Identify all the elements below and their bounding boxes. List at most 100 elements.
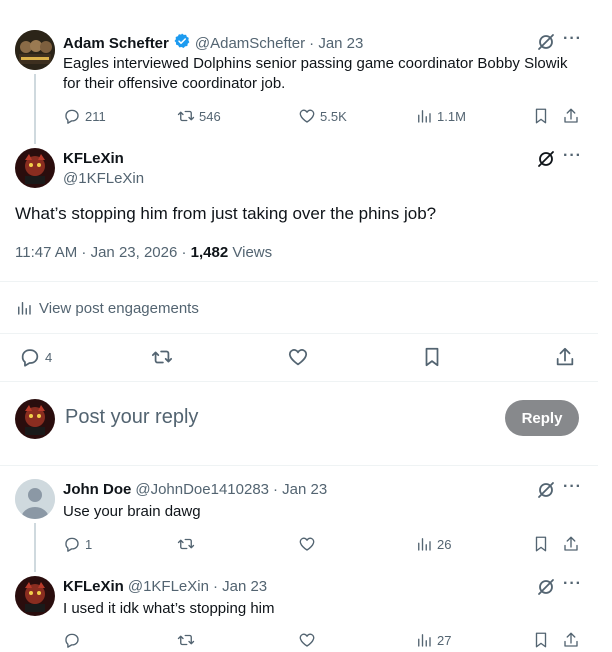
views-number: 1,482: [190, 244, 229, 261]
reply1-header: John Doe @JohnDoe1410283 · Jan 23: [63, 481, 327, 498]
quoted-post-header: Adam Schefter @AdamSchefter · Jan 23: [63, 32, 363, 55]
post-date[interactable]: · Jan 23: [213, 578, 267, 595]
bookmark-button[interactable]: [532, 535, 550, 553]
grok-icon[interactable]: [536, 577, 556, 602]
post-date[interactable]: · Jan 23: [273, 481, 327, 498]
repost-icon: [177, 110, 195, 122]
repost-button[interactable]: [151, 346, 173, 368]
repost-button[interactable]: [177, 535, 195, 553]
like-button[interactable]: 5.5K: [298, 107, 347, 125]
reply-icon: [65, 109, 79, 124]
divider: [0, 333, 598, 334]
post-timestamp[interactable]: 11:47 AM · Jan 23, 2026 ·: [15, 244, 187, 261]
author-name[interactable]: John Doe: [63, 481, 131, 498]
bookmark-button[interactable]: [421, 346, 443, 368]
kflexin-avatar[interactable]: [15, 576, 55, 616]
bookmark-icon: [425, 347, 439, 367]
view-engagements-link[interactable]: View post engagements: [15, 299, 199, 317]
bookmark-icon: [535, 536, 547, 552]
views-button[interactable]: 1.1M: [415, 107, 466, 125]
reply-submit-button[interactable]: Reply: [505, 400, 579, 436]
divider: [0, 381, 598, 382]
share-icon: [556, 347, 574, 366]
repost-icon: [177, 634, 195, 646]
like-icon: [288, 349, 308, 366]
repost-button[interactable]: [177, 631, 195, 649]
views-label: Views: [232, 244, 273, 261]
bookmark-button[interactable]: [532, 107, 550, 125]
like-icon: [299, 633, 315, 647]
reply2-header: KFLeXin @1KFLeXin · Jan 23: [63, 578, 267, 595]
author-handle[interactable]: @AdamSchefter: [195, 35, 305, 52]
share-button[interactable]: [554, 346, 576, 368]
reply-icon: [21, 349, 39, 367]
reply-count: 211: [85, 108, 106, 124]
divider: [0, 465, 598, 466]
views-count: 26: [437, 536, 452, 552]
share-icon: [564, 536, 578, 551]
adam-schefter-avatar[interactable]: [15, 30, 55, 70]
author-handle[interactable]: @1KFLeXin: [128, 578, 209, 595]
main-post-text: What’s stopping him from just taking ove…: [15, 204, 437, 223]
bookmark-button[interactable]: [532, 631, 550, 649]
views-count: 27: [437, 632, 452, 648]
verified-badge-icon: [173, 32, 191, 55]
more-icon[interactable]: ···: [563, 30, 582, 48]
share-button[interactable]: [562, 631, 580, 649]
repost-icon: [177, 538, 195, 550]
like-button[interactable]: [298, 535, 316, 553]
reply-button[interactable]: 1: [63, 535, 92, 553]
share-button[interactable]: [562, 535, 580, 553]
author-handle[interactable]: @1KFLeXin: [63, 170, 144, 187]
reply-button[interactable]: 211: [63, 107, 106, 125]
repost-icon: [151, 350, 173, 364]
author-handle[interactable]: @JohnDoe1410283: [135, 481, 269, 498]
views-button[interactable]: 26: [415, 535, 451, 553]
bookmark-icon: [535, 632, 547, 648]
post-timestamp-row: 11:47 AM · Jan 23, 2026 · 1,482 Views: [15, 244, 272, 261]
bookmark-icon: [535, 108, 547, 124]
views-icon: [418, 538, 431, 551]
analytics-icon: [18, 302, 31, 315]
reply1-text: Use your brain dawg: [63, 503, 201, 520]
reply-button[interactable]: 4: [19, 346, 52, 368]
divider: [0, 281, 598, 282]
like-button[interactable]: [287, 346, 309, 368]
author-name[interactable]: Adam Schefter: [63, 35, 169, 52]
share-button[interactable]: [562, 107, 580, 125]
like-count: 5.5K: [320, 108, 347, 124]
more-icon[interactable]: ···: [563, 147, 582, 165]
like-icon: [299, 109, 315, 123]
reply-count: 1: [85, 536, 93, 552]
grok-icon[interactable]: [536, 480, 556, 505]
views-icon: [418, 634, 431, 647]
main-post-author: KFLeXin @1KFLeXin: [63, 150, 144, 187]
kflexin-avatar[interactable]: [15, 148, 55, 188]
reply-button[interactable]: [63, 631, 81, 649]
views-button[interactable]: 27: [415, 631, 451, 649]
post-date[interactable]: · Jan 23: [309, 35, 363, 52]
reply-icon: [65, 633, 79, 648]
composer-avatar: [15, 399, 55, 439]
quoted-post-text-line: Eagles interviewed Dolphins senior passi…: [63, 55, 568, 72]
grok-icon[interactable]: [536, 149, 556, 174]
author-name[interactable]: KFLeXin: [63, 150, 144, 167]
quoted-post-text-line: for their offensive coordinator job.: [63, 75, 286, 92]
reply-count: 4: [45, 349, 53, 365]
reply-icon: [65, 537, 79, 552]
reply2-text: I used it idk what’s stopping him: [63, 600, 275, 617]
like-button[interactable]: [298, 631, 316, 649]
like-icon: [299, 537, 315, 551]
reply-input[interactable]: Post your reply: [65, 406, 198, 429]
repost-count: 546: [199, 108, 221, 124]
thread-line: [34, 74, 36, 144]
author-name[interactable]: KFLeXin: [63, 578, 124, 595]
views-count: 1.1M: [437, 108, 466, 124]
more-icon[interactable]: ···: [563, 478, 582, 496]
share-icon: [564, 108, 578, 123]
repost-button[interactable]: 546: [177, 107, 221, 125]
share-icon: [564, 632, 578, 647]
thread-line: [34, 523, 36, 572]
more-icon[interactable]: ···: [563, 575, 582, 593]
john-doe-avatar[interactable]: [15, 479, 55, 519]
